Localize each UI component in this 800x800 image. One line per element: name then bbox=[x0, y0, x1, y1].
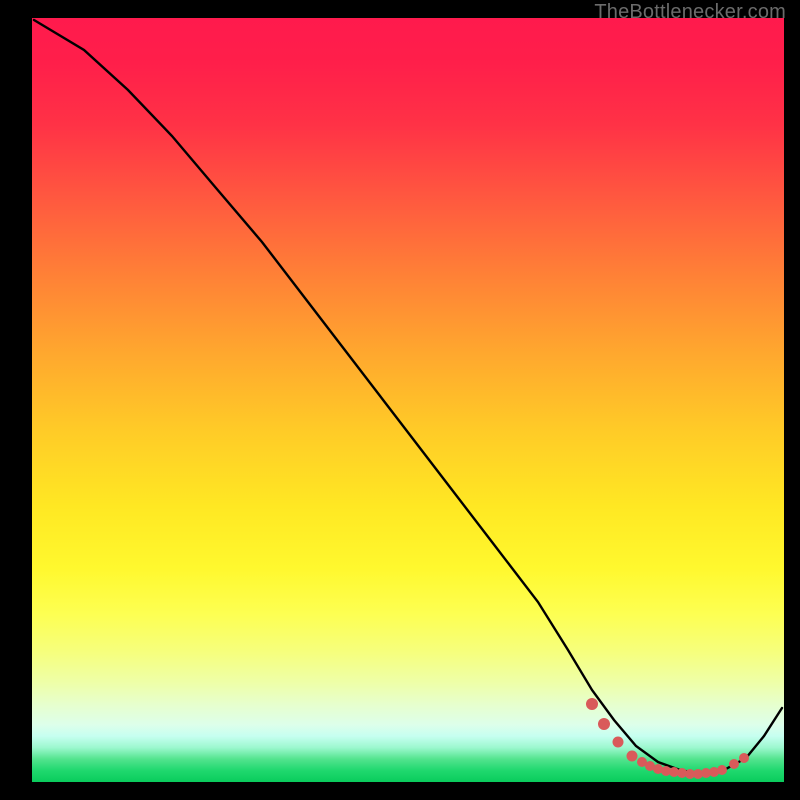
attribution-label: TheBottlenecker.com bbox=[594, 1, 786, 24]
chart-svg bbox=[32, 18, 784, 782]
bottleneck-curve bbox=[34, 20, 782, 774]
optimal-region-markers bbox=[586, 698, 749, 779]
chart-plot-area bbox=[32, 18, 784, 782]
